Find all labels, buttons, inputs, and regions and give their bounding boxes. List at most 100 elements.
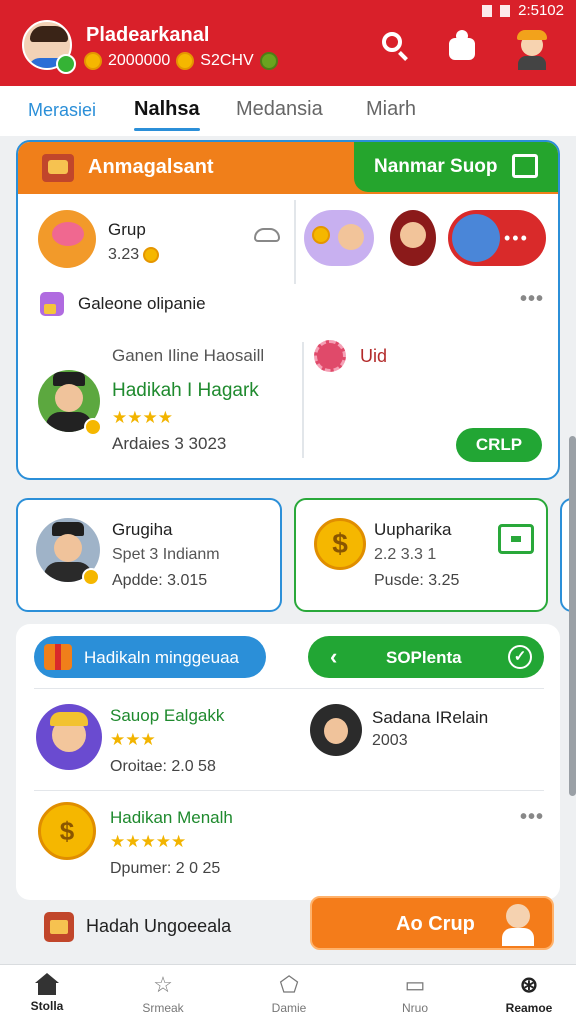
card-subtitle: 2.2 3.3 1	[374, 546, 437, 563]
status-bar: 2:5102	[482, 2, 564, 19]
more-friends[interactable]: •••	[504, 228, 529, 249]
gift-icon	[44, 912, 74, 942]
divider	[34, 688, 544, 689]
search-icon	[382, 32, 402, 52]
nav-reamoe[interactable]: ⊛ Reamoe	[484, 972, 574, 1016]
list-item-title[interactable]: Hadikan Menalh	[110, 808, 233, 828]
coin-icon	[176, 52, 195, 70]
card-uupharika[interactable]: $ Uupharika 2.2 3.3 1 Pusde: 3.25	[294, 498, 548, 612]
card-title: Uupharika	[374, 520, 452, 539]
coins-secondary: S2CHV	[200, 52, 254, 69]
crlp-button[interactable]: CRLP	[456, 428, 542, 462]
nav-nruo[interactable]: ▭ Nruo	[370, 972, 460, 1016]
coins-primary: 2000000	[108, 52, 171, 69]
group-value: 3.23	[108, 246, 160, 264]
card-grugiha[interactable]: Grugiha Spet 3 Indianm Apdde: 3.015	[16, 498, 282, 612]
friend-avatar[interactable]: •••	[448, 210, 546, 266]
button-label: Ao Crup	[396, 913, 475, 935]
avatar-hair	[30, 26, 68, 42]
coin-icon	[82, 568, 100, 586]
status-time: 2:5102	[518, 2, 564, 19]
shield-icon: ⬠	[279, 972, 299, 997]
main-panel: Anmagalsant Nanmar Suop Grup 3.23 ••• Ga…	[16, 140, 560, 480]
check-icon: ✓	[508, 645, 532, 669]
home-icon	[35, 973, 59, 995]
divider	[302, 342, 304, 458]
gem-icon	[259, 52, 278, 70]
coin-icon: $	[38, 802, 96, 860]
more-options-icon[interactable]: •••	[520, 288, 544, 311]
mascot-icon	[498, 904, 538, 946]
gallery-title: Galeone olipanie	[78, 294, 206, 313]
tab-nalhsa[interactable]: Nalhsa	[134, 98, 200, 121]
lower-panel: Hadikaln minggeuaa ‹ SOPlenta ✓ Sauop Ea…	[16, 624, 560, 900]
friend-avatar[interactable]	[304, 210, 374, 266]
coin-icon	[312, 226, 330, 244]
chip-label: SOPlenta	[386, 648, 462, 667]
profile-button[interactable]	[514, 30, 548, 70]
coin-icon	[143, 247, 160, 263]
tab-miarh[interactable]: Miarh	[366, 98, 416, 121]
coin-icon	[84, 52, 102, 70]
soplenta-chip[interactable]: ‹ SOPlenta ✓	[308, 636, 544, 678]
uid-label: Uid	[360, 346, 388, 366]
coin-balance: 2000000 S2CHV	[84, 52, 278, 70]
nav-stolla[interactable]: Stolla	[2, 973, 92, 1013]
hadikaln-chip[interactable]: Hadikaln minggeuaa	[34, 636, 266, 678]
coin-icon: $	[314, 518, 366, 570]
panel-title: Anmagalsant	[88, 156, 214, 178]
rating-stars: ★★★★★	[110, 832, 187, 851]
search-button[interactable]	[380, 30, 412, 62]
list-avatar[interactable]	[36, 704, 102, 770]
divider	[294, 200, 296, 284]
card-meta: Pusde: 3.25	[374, 572, 460, 589]
group-avatar	[38, 210, 96, 268]
nav-damie[interactable]: ⬠ Damie	[244, 972, 334, 1016]
nanmar-suop-button[interactable]: Nanmar Suop	[354, 142, 558, 192]
host-card[interactable]: Ganen Iline Haosaill Hadikah I Hagark ★★…	[18, 334, 302, 464]
treasure-icon	[42, 154, 74, 182]
edit-icon	[512, 154, 538, 178]
tab-bar: Merasiei Nalhsa Medansia Miarh	[0, 86, 576, 136]
friends-list: •••	[304, 210, 558, 270]
tab-merasiei[interactable]: Merasiei	[28, 100, 96, 121]
list-item-meta: 2003	[372, 732, 408, 749]
screen-icon[interactable]	[498, 524, 534, 554]
app-header: 2:5102 Pladearkanal 2000000 S2CHV	[0, 0, 576, 86]
list-item-title[interactable]: Sauop Ealgakk	[110, 706, 224, 726]
battery-icon	[500, 4, 511, 17]
star-icon: ☆	[153, 972, 173, 997]
coin-icon	[84, 418, 102, 436]
card-title: Grugiha	[112, 520, 173, 539]
gallery-row: Galeone olipanie •••	[18, 288, 558, 320]
screen-icon: ▭	[404, 972, 426, 997]
list-avatar[interactable]	[310, 704, 362, 756]
chevron-left-icon: ‹	[330, 644, 338, 669]
group-name: Grup	[108, 220, 146, 239]
ao-crup-button[interactable]: Ao Crup	[310, 896, 554, 950]
online-badge-icon	[56, 54, 76, 74]
card-meta: Apdde: 3.015	[112, 572, 208, 589]
panel-header: Anmagalsant Nanmar Suop	[18, 142, 558, 194]
rating-stars: ★★★	[110, 730, 156, 749]
list-item-title[interactable]: Sadana IRelain	[372, 708, 488, 728]
nanmar-suop-label: Nanmar Suop	[374, 156, 498, 177]
gift-icon	[44, 644, 72, 670]
group-row[interactable]: Grup 3.23 •••	[18, 194, 558, 286]
scrollbar[interactable]	[569, 436, 576, 796]
list-item-meta: Oroitae: 2.0 58	[110, 758, 216, 775]
list-item-meta: Dpumer: 2 0 25	[110, 860, 221, 877]
card-subtitle: Spet 3 Indianm	[112, 546, 220, 563]
host-meta: Ardaies 3 3023	[112, 434, 227, 453]
friend-avatar[interactable]	[390, 210, 436, 266]
strip-label: Hadah Ungoeeala	[86, 916, 232, 936]
game-icon: ⊛	[519, 972, 539, 997]
more-options-icon[interactable]: •••	[520, 806, 544, 829]
gallery-icon	[40, 292, 64, 316]
tab-medansia[interactable]: Medansia	[236, 98, 323, 121]
rating-stars: ★★★★	[112, 408, 173, 427]
bottom-nav: Stolla ☆ Srmeak ⬠ Damie ▭ Nruo ⊛ Reamoe	[0, 964, 576, 1024]
puzzle-button[interactable]	[446, 30, 478, 62]
nav-srmeak[interactable]: ☆ Srmeak	[118, 972, 208, 1016]
cloud-icon[interactable]	[254, 228, 280, 242]
